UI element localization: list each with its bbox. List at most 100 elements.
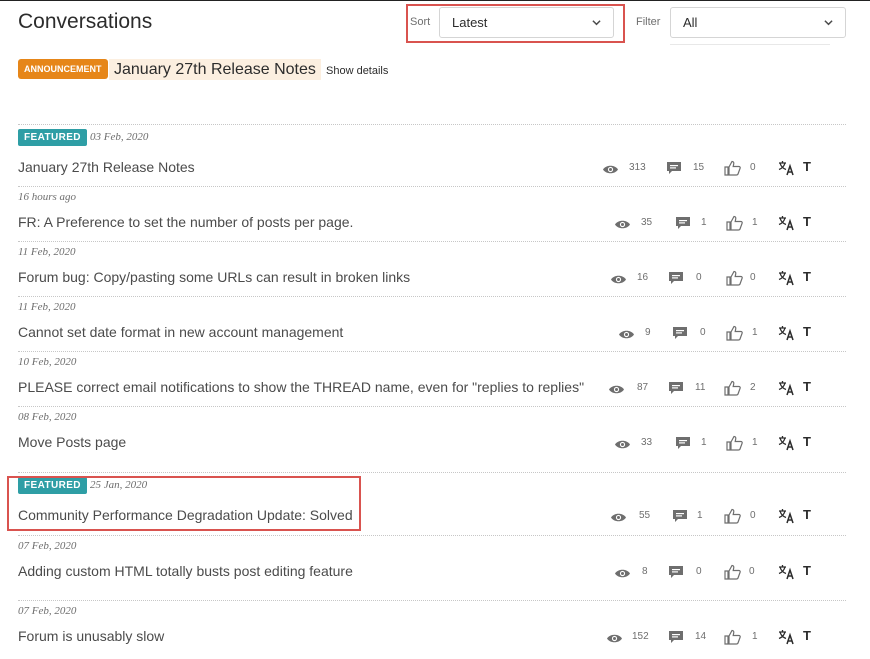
post-title-link[interactable]: PLEASE correct email notifications to sh…	[18, 379, 584, 395]
translate-icon[interactable]	[778, 508, 795, 529]
post-date: 11 Feb, 2020	[18, 246, 76, 258]
filter-label: Filter	[636, 16, 661, 28]
replies-count: 1	[697, 510, 703, 521]
views-eye-icon	[614, 437, 631, 455]
views-count: 35	[641, 217, 653, 228]
post-date: 10 Feb, 2020	[18, 356, 77, 368]
page-title: Conversations	[18, 10, 153, 33]
like-thumbs-up-icon[interactable]	[724, 380, 741, 401]
post-title-link[interactable]: FR: A Preference to set the number of po…	[18, 214, 353, 230]
translate-t-button[interactable]: T	[803, 214, 811, 229]
translate-icon[interactable]	[778, 160, 795, 181]
translate-icon[interactable]	[778, 435, 795, 456]
translate-icon[interactable]	[778, 325, 795, 346]
post-date: 08 Feb, 2020	[18, 411, 77, 423]
views-count: 152	[632, 631, 649, 642]
like-thumbs-up-icon[interactable]	[724, 564, 741, 585]
likes-count: 0	[750, 162, 756, 173]
replies-comment-icon	[675, 216, 691, 235]
translate-icon[interactable]	[778, 270, 795, 291]
views-eye-icon	[606, 631, 623, 649]
like-thumbs-up-icon[interactable]	[724, 629, 741, 650]
like-thumbs-up-icon[interactable]	[724, 160, 741, 181]
post-title-link[interactable]: Forum bug: Copy/pasting some URLs can re…	[18, 269, 410, 285]
post-date: 07 Feb, 2020	[18, 540, 77, 552]
replies-comment-icon	[672, 326, 688, 345]
replies-count: 1	[701, 437, 707, 448]
post-date: 03 Feb, 2020	[90, 131, 149, 143]
row-divider	[18, 406, 846, 407]
translate-icon[interactable]	[778, 564, 795, 585]
replies-comment-icon	[668, 630, 684, 649]
replies-count: 11	[695, 382, 706, 393]
chevron-down-icon	[824, 20, 833, 26]
filter-dropdown[interactable]: All	[670, 7, 846, 38]
post-date: 11 Feb, 2020	[18, 301, 76, 313]
post-title-link[interactable]: Forum is unusably slow	[18, 628, 164, 644]
row-divider	[18, 351, 846, 352]
translate-t-button[interactable]: T	[803, 379, 811, 394]
post-title-link[interactable]: Cannot set date format in new account ma…	[18, 324, 343, 340]
translate-t-button[interactable]: T	[803, 159, 811, 174]
views-eye-icon	[614, 566, 631, 584]
likes-count: 0	[749, 566, 755, 577]
like-thumbs-up-icon[interactable]	[726, 215, 743, 236]
announcement-title[interactable]: January 27th Release Notes	[109, 59, 321, 80]
like-thumbs-up-icon[interactable]	[726, 435, 743, 456]
row-divider	[18, 296, 846, 297]
translate-t-button[interactable]: T	[803, 628, 811, 643]
translate-icon[interactable]	[778, 629, 795, 650]
translate-icon[interactable]	[778, 380, 795, 401]
conversation-row[interactable]: 07 Feb, 2020 Forum is unusably slow 152 14 1…	[0, 600, 870, 659]
filter-value: All	[683, 15, 698, 30]
featured-row-highlight-box	[7, 476, 361, 531]
conversation-row[interactable]: FEATURED 03 Feb, 2020 January 27th Release…	[0, 124, 870, 184]
views-count: 55	[639, 510, 651, 521]
row-divider	[18, 472, 846, 473]
like-thumbs-up-icon[interactable]	[726, 325, 743, 346]
likes-count: 1	[752, 437, 758, 448]
conversation-row[interactable]: 11 Feb, 2020 Cannot set date format in ne…	[0, 296, 870, 356]
replies-count: 15	[693, 162, 705, 173]
row-divider	[18, 124, 846, 125]
likes-count: 1	[752, 217, 758, 228]
post-date: 07 Feb, 2020	[18, 605, 77, 617]
views-eye-icon	[614, 217, 631, 235]
conversation-row[interactable]: 11 Feb, 2020 Forum bug: Copy/pasting some…	[0, 241, 870, 301]
replies-comment-icon	[668, 271, 684, 290]
views-eye-icon	[608, 382, 625, 400]
conversation-row[interactable]: 10 Feb, 2020 PLEASE correct email notific…	[0, 351, 870, 411]
likes-count: 0	[750, 510, 756, 521]
translate-t-button[interactable]: T	[803, 563, 811, 578]
translate-t-button[interactable]: T	[803, 434, 811, 449]
post-title-link[interactable]: Adding custom HTML totally busts post ed…	[18, 563, 353, 579]
conversation-row[interactable]: 07 Feb, 2020 Adding custom HTML totally b…	[0, 535, 870, 595]
views-eye-icon	[618, 327, 635, 345]
post-date: 16 hours ago	[18, 191, 77, 203]
likes-count: 1	[752, 327, 758, 338]
views-eye-icon	[610, 272, 627, 290]
top-border	[0, 0, 870, 1]
translate-t-button[interactable]: T	[803, 507, 811, 522]
likes-count: 0	[750, 272, 756, 283]
translate-t-button[interactable]: T	[803, 269, 811, 284]
views-count: 33	[641, 437, 653, 448]
replies-comment-icon	[668, 565, 684, 584]
views-count: 313	[629, 162, 646, 173]
post-title-link[interactable]: Move Posts page	[18, 434, 126, 450]
conversation-row[interactable]: 08 Feb, 2020 Move Posts page 33 1 1 T	[0, 406, 870, 466]
featured-badge: FEATURED	[18, 129, 87, 146]
replies-count: 14	[695, 631, 707, 642]
like-thumbs-up-icon[interactable]	[726, 270, 743, 291]
replies-count: 0	[696, 566, 702, 577]
translate-t-button[interactable]: T	[803, 324, 811, 339]
views-eye-icon	[610, 510, 627, 528]
like-thumbs-up-icon[interactable]	[724, 508, 741, 529]
conversation-row[interactable]: 16 hours ago FR: A Preference to set the …	[0, 186, 870, 246]
post-title-link[interactable]: January 27th Release Notes	[18, 159, 195, 175]
translate-icon[interactable]	[778, 215, 795, 236]
replies-comment-icon	[675, 436, 691, 455]
likes-count: 2	[750, 382, 756, 393]
row-divider	[18, 600, 846, 601]
show-details-link[interactable]: Show details	[326, 65, 388, 77]
